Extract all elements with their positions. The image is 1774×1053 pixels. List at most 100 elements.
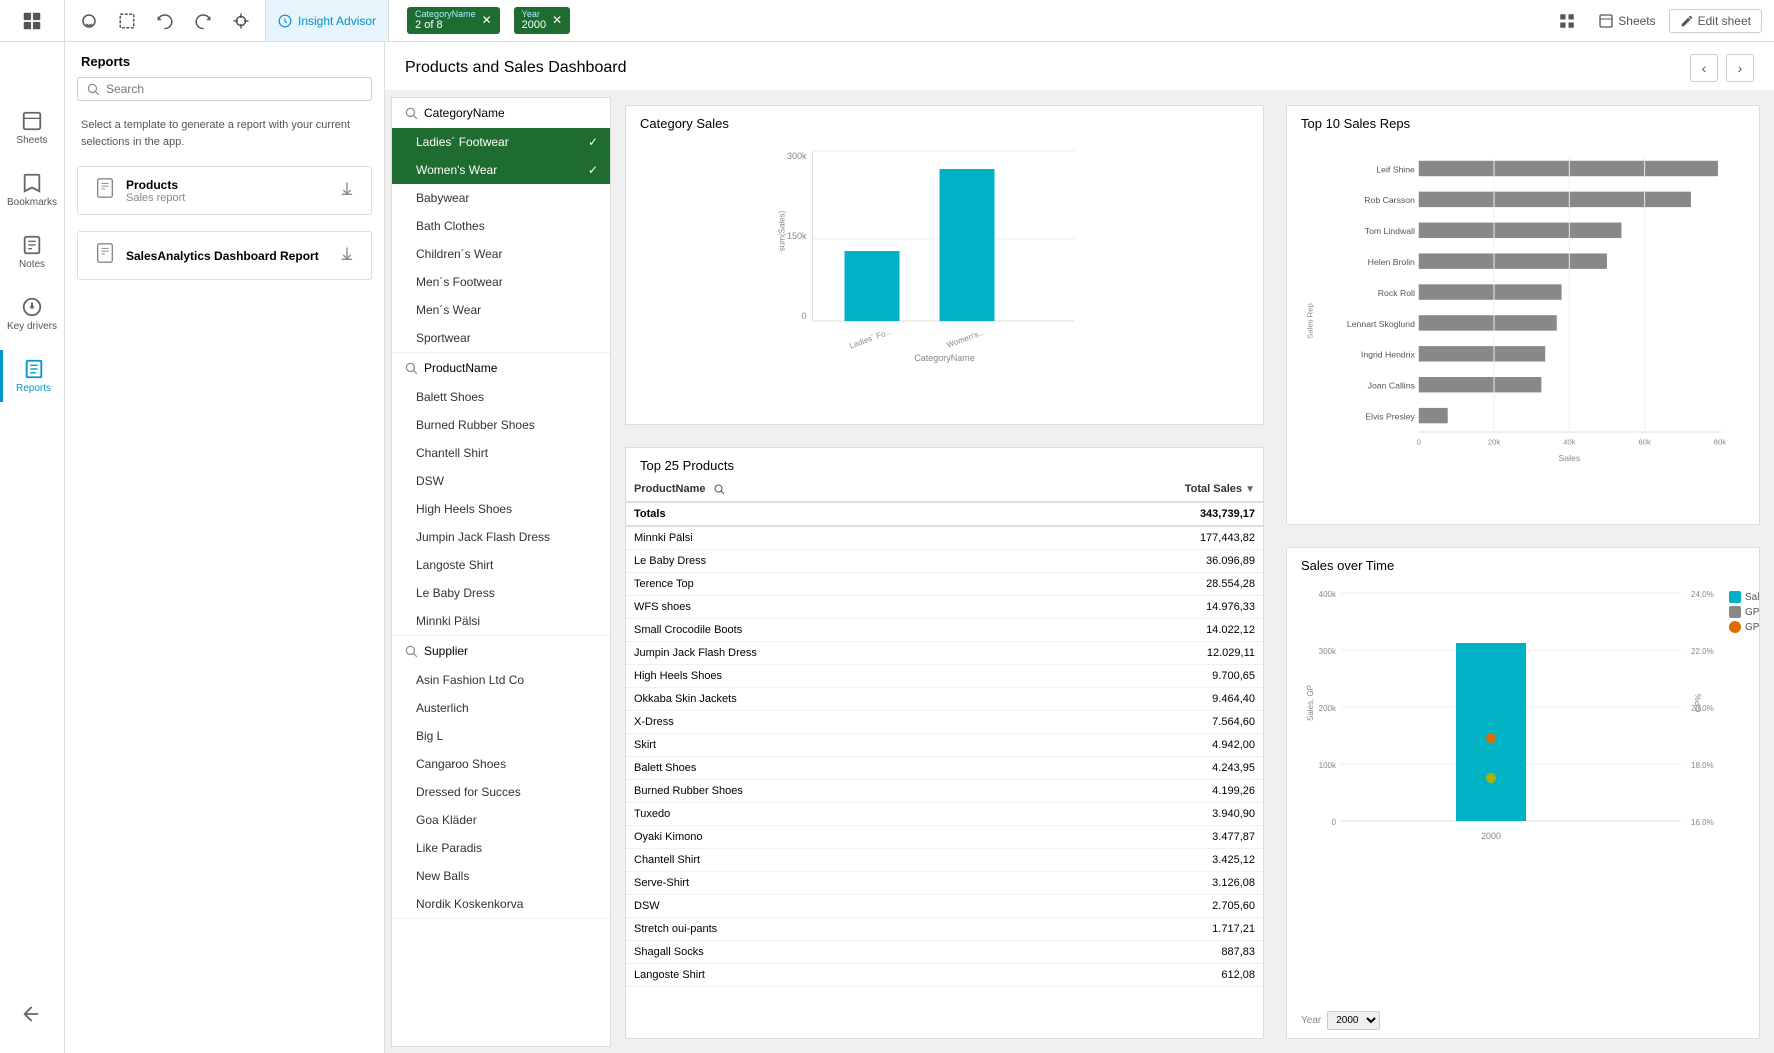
svg-text:Rob Carsson: Rob Carsson <box>1364 195 1415 205</box>
sidebar-item-sheets[interactable]: Sheets <box>0 102 64 154</box>
supplier-filter-section: Supplier Asin Fashion Ltd Co Austerlich … <box>392 636 610 919</box>
sidebar-item-bookmarks[interactable]: Bookmarks <box>0 164 64 216</box>
marquee-icon-btn[interactable] <box>109 7 145 35</box>
sales-analytics-report-info: SalesAnalytics Dashboard Report <box>126 249 329 263</box>
category-item-bath-clothes[interactable]: Bath Clothes <box>392 212 610 240</box>
year-chip[interactable]: Year 2000 ✕ <box>514 7 571 35</box>
products-table-wrapper[interactable]: ProductName Total Sales ▼ <box>626 477 1263 1038</box>
undo-icon-btn[interactable] <box>147 7 183 35</box>
grid-view-btn[interactable] <box>1549 7 1585 35</box>
reports-search-box[interactable] <box>77 77 372 101</box>
sidebar-item-notes[interactable]: Notes <box>0 226 64 278</box>
product-item-dsw[interactable]: DSW <box>392 467 610 495</box>
category-sales-chart-area: 300k 150k 0 <box>626 137 1263 424</box>
search-input[interactable] <box>106 82 363 96</box>
category-item-mens-wear[interactable]: Men´s Wear <box>392 296 610 324</box>
product-item-chantell-shirt[interactable]: Chantell Shirt <box>392 439 610 467</box>
product-item-jumpin-jack[interactable]: Jumpin Jack Flash Dress <box>392 523 610 551</box>
supplier-item-nordik[interactable]: Nordik Koskenkorva <box>392 890 610 918</box>
product-item-le-baby-dress[interactable]: Le Baby Dress <box>392 579 610 607</box>
category-filter-header: CategoryName <box>392 98 610 128</box>
sales-reps-panel: Top 10 Sales Reps Sales Rep Leif Shine R… <box>1286 105 1760 525</box>
insight-icon <box>278 14 292 28</box>
svg-text:150k: 150k <box>787 231 807 241</box>
svg-text:Leif Shine: Leif Shine <box>1376 164 1415 174</box>
download-icon-2 <box>339 246 355 262</box>
products-report-item[interactable]: Products Sales report <box>77 166 372 215</box>
category-item-womens-wear[interactable]: Women's Wear ✓ <box>392 156 610 184</box>
top25-header: Top 25 Products <box>626 448 1263 477</box>
supplier-item-goa-klader[interactable]: Goa Kläder <box>392 806 610 834</box>
supplier-search-icon <box>404 644 418 658</box>
legend-sales-color <box>1729 591 1741 603</box>
year-chip-close[interactable]: ✕ <box>552 13 562 27</box>
table-row: Skirt4.942,00 <box>626 734 1263 757</box>
tab-insight-advisor[interactable]: Insight Advisor <box>266 0 389 41</box>
sales-analytics-report-item[interactable]: SalesAnalytics Dashboard Report <box>77 231 372 280</box>
category-item-ladies-footwear[interactable]: Ladies´ Footwear ✓ <box>392 128 610 156</box>
sidebar-collapse-btn[interactable] <box>17 995 47 1033</box>
supplier-item-new-balls[interactable]: New Balls <box>392 862 610 890</box>
table-row: DSW2.705,60 <box>626 895 1263 918</box>
category-item-mens-footwear[interactable]: Men´s Footwear <box>392 268 610 296</box>
year-select[interactable]: 2000 <box>1327 1011 1380 1030</box>
col-product-name: ProductName <box>626 477 1019 502</box>
products-table: ProductName Total Sales ▼ <box>626 477 1263 987</box>
table-row: Tuxedo3.940,90 <box>626 803 1263 826</box>
product-item-langoste-shirt[interactable]: Langoste Shirt <box>392 551 610 579</box>
sidebar-item-key-drivers[interactable]: Key drivers <box>0 288 64 340</box>
category-chip[interactable]: CategoryName 2 of 8 ✕ <box>407 7 500 35</box>
sheets-btn[interactable]: Sheets <box>1589 8 1664 34</box>
table-row: Terence Top28.554,28 <box>626 573 1263 596</box>
supplier-item-cangaroo[interactable]: Cangaroo Shoes <box>392 750 610 778</box>
supplier-item-asin[interactable]: Asin Fashion Ltd Co <box>392 666 610 694</box>
sales-time-panel: Sales over Time 400k 300k 200k 100k 0 24… <box>1286 547 1760 1039</box>
sales-analytics-report-download-btn[interactable] <box>339 246 355 265</box>
crosshair-icon-btn[interactable] <box>223 7 259 35</box>
table-row: Stretch oui-pants1.717,21 <box>626 918 1263 941</box>
product-item-minnki-palsi[interactable]: Minnki Pälsi <box>392 607 610 635</box>
products-report-download-btn[interactable] <box>339 181 355 200</box>
table-row: Okkaba Skin Jackets9.464,40 <box>626 688 1263 711</box>
svg-text:Ladies´ Fo...: Ladies´ Fo... <box>848 327 893 351</box>
search-col-icon[interactable] <box>713 483 725 495</box>
sidebar-item-reports[interactable]: Reports <box>0 350 64 402</box>
nav-prev-btn[interactable]: ‹ <box>1690 54 1718 82</box>
category-item-sportwear[interactable]: Sportwear <box>392 324 610 352</box>
supplier-item-like-paradis[interactable]: Like Paradis <box>392 834 610 862</box>
table-row: Langoste Shirt612,08 <box>626 964 1263 987</box>
lasso-icon-btn[interactable] <box>71 7 107 35</box>
sales-reps-title: Top 10 Sales Reps <box>1287 106 1759 137</box>
check-icon: ✓ <box>588 135 598 149</box>
filter-chips: CategoryName 2 of 8 ✕ Year 2000 ✕ <box>389 7 570 35</box>
sort-arrow[interactable]: ▼ <box>1245 484 1255 495</box>
product-item-burned-rubber-shoes[interactable]: Burned Rubber Shoes <box>392 411 610 439</box>
category-item-babywear[interactable]: Babywear <box>392 184 610 212</box>
supplier-filter-header: Supplier <box>392 636 610 666</box>
svg-text:16.0%: 16.0% <box>1691 818 1714 827</box>
svg-text:18.0%: 18.0% <box>1691 761 1714 770</box>
supplier-item-dressed-for-succes[interactable]: Dressed for Succes <box>392 778 610 806</box>
redo-icon-btn[interactable] <box>185 7 221 35</box>
category-sales-title: Category Sales <box>626 106 1263 137</box>
topbar-right-icons: Sheets Edit sheet <box>1549 7 1774 35</box>
legend-gp: GP <box>1729 606 1759 618</box>
table-row: Serve-Shirt3.126,08 <box>626 872 1263 895</box>
category-item-childrens-wear[interactable]: Children´s Wear <box>392 240 610 268</box>
svg-text:0: 0 <box>1332 818 1337 827</box>
supplier-item-austerlich[interactable]: Austerlich <box>392 694 610 722</box>
category-chip-close[interactable]: ✕ <box>482 13 492 27</box>
grid-icon <box>1558 12 1576 30</box>
product-search-icon <box>404 361 418 375</box>
table-row: Chantell Shirt3.425,12 <box>626 849 1263 872</box>
edit-sheet-btn[interactable]: Edit sheet <box>1669 9 1762 33</box>
nav-next-btn[interactable]: › <box>1726 54 1754 82</box>
assets-icon <box>21 10 43 32</box>
product-item-high-heels-shoes[interactable]: High Heels Shoes <box>392 495 610 523</box>
legend-sales: Sales <box>1729 591 1759 603</box>
svg-text:GP%: GP% <box>1694 694 1703 713</box>
supplier-item-big-l[interactable]: Big L <box>392 722 610 750</box>
product-item-balett-shoes[interactable]: Balett Shoes <box>392 383 610 411</box>
sales-time-legend: Sales GP GP% <box>1729 583 1759 993</box>
report-file-icon-2 <box>94 242 116 269</box>
